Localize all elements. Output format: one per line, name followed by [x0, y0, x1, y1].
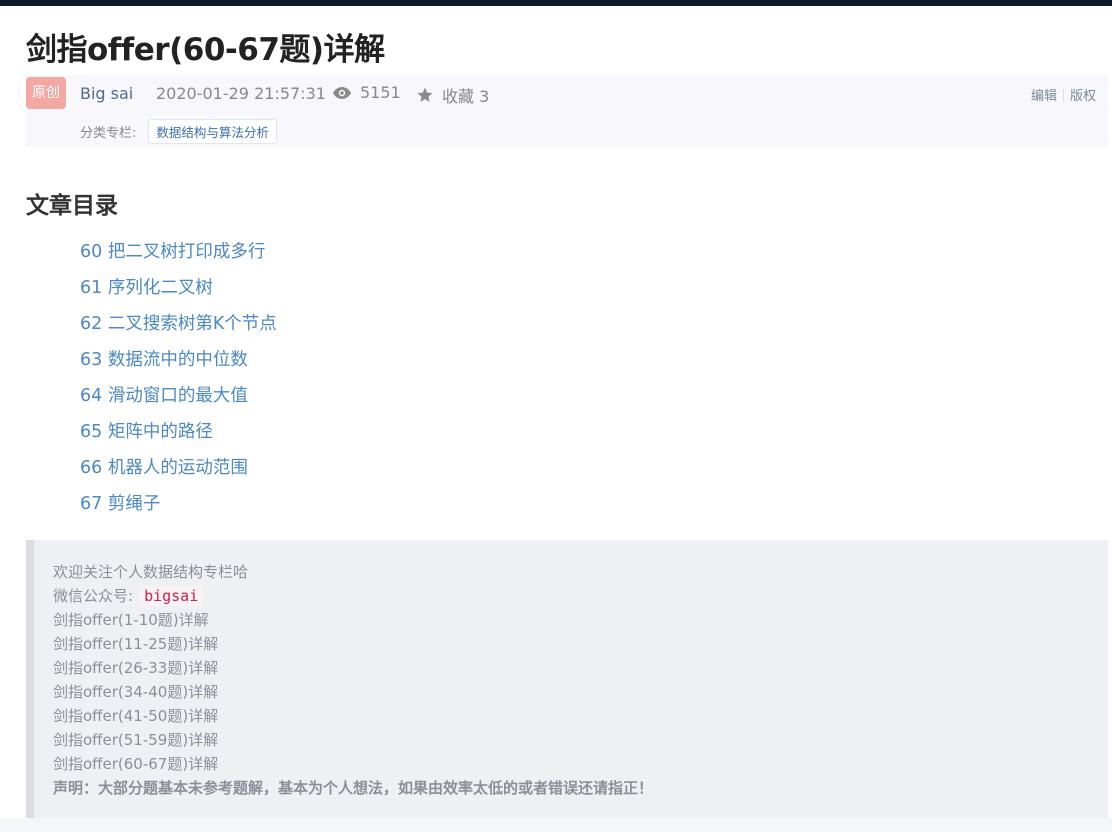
toc-item[interactable]: 62 二叉搜索树第K个节点 [80, 306, 277, 342]
article-meta: 原创 Big sai 2020-01-29 21:57:31 5151 收藏 3… [26, 75, 1108, 147]
copyright-link[interactable]: 版权 [1070, 85, 1096, 104]
view-count-value: 5151 [360, 83, 401, 102]
view-count: 5151 [332, 83, 401, 102]
notice-intro: 欢迎关注个人数据结构专栏哈 [53, 563, 249, 581]
divider [1062, 88, 1064, 101]
series-link[interactable]: 剑指offer(11-25题)详解 [53, 635, 218, 653]
wechat-id: bigsai [139, 586, 204, 606]
series-link[interactable]: 剑指offer(34-40题)详解 [53, 683, 218, 701]
edit-link[interactable]: 编辑 [1031, 85, 1057, 104]
notice-statement: 声明：大部分题基本未参考题解，基本为个人想法，如果由效率太低的或者错误还请指正！ [53, 779, 654, 797]
series-link[interactable]: 剑指offer(41-50题)详解 [53, 707, 218, 725]
series-link[interactable]: 剑指offer(60-67题)详解 [53, 755, 218, 773]
eye-icon [333, 86, 351, 99]
toc-item[interactable]: 65 矩阵中的路径 [80, 414, 277, 450]
category-label: 分类专栏: [80, 126, 137, 141]
article-title: 剑指offer(60-67题)详解 [26, 32, 385, 68]
toc-list: 60 把二叉树打印成多行 61 序列化二叉树 62 二叉搜索树第K个节点 63 … [80, 234, 277, 522]
favorite-count[interactable]: 收藏 3 [416, 83, 489, 107]
series-link[interactable]: 剑指offer(51-59题)详解 [53, 731, 218, 749]
author-link[interactable]: Big sai [80, 84, 133, 103]
series-link[interactable]: 剑指offer(1-10题)详解 [53, 611, 209, 629]
toc-item[interactable]: 60 把二叉树打印成多行 [80, 234, 277, 270]
category-row: 分类专栏: 数据结构与算法分析 [80, 119, 277, 144]
notice-blockquote: 欢迎关注个人数据结构专栏哈 微信公众号: bigsai 剑指offer(1-10题… [26, 540, 1108, 818]
star-icon [417, 87, 433, 102]
wechat-label: 微信公众号: [53, 587, 134, 605]
article-page: 剑指offer(60-67题)详解 原创 Big sai 2020-01-29 … [0, 6, 1112, 818]
favorite-count-value: 收藏 3 [442, 87, 490, 106]
toc-item[interactable]: 67 剪绳子 [80, 486, 277, 522]
wechat-line: 微信公众号: bigsai [53, 584, 653, 608]
toc-item[interactable]: 66 机器人的运动范围 [80, 450, 277, 486]
notice-content: 欢迎关注个人数据结构专栏哈 微信公众号: bigsai 剑指offer(1-10题… [53, 560, 653, 800]
toc-item[interactable]: 61 序列化二叉树 [80, 270, 277, 306]
toc-item[interactable]: 63 数据流中的中位数 [80, 342, 277, 378]
publish-time: 2020-01-29 21:57:31 [156, 84, 326, 103]
original-badge: 原创 [26, 77, 66, 109]
category-tag[interactable]: 数据结构与算法分析 [148, 119, 277, 144]
series-link[interactable]: 剑指offer(26-33题)详解 [53, 659, 218, 677]
toc-item[interactable]: 64 滑动窗口的最大值 [80, 378, 277, 414]
article-actions: 编辑 版权 [1031, 85, 1096, 104]
toc-title: 文章目录 [26, 193, 118, 219]
